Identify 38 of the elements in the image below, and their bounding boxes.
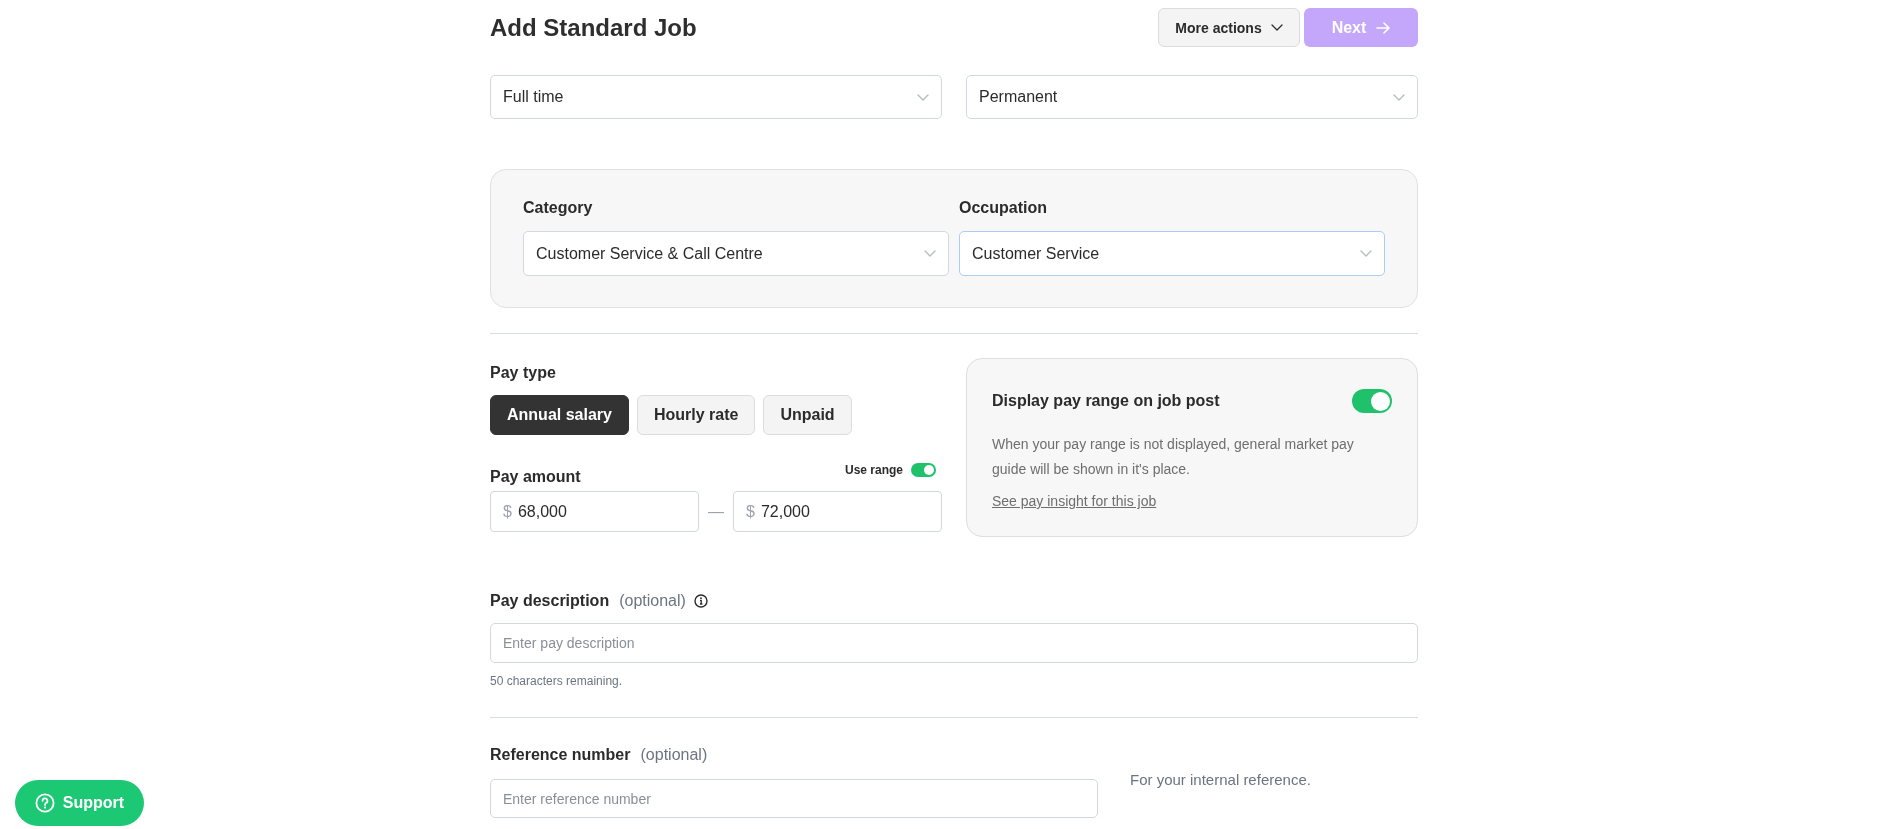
card-description: When your pay range is not displayed, general market pay guide will be shown in it's place. [992,435,1355,479]
arrow-right-icon [1376,21,1391,34]
field-label: Occupation [959,198,1047,218]
question-circle-icon [34,793,55,813]
field-label: Category [523,198,593,218]
page-title: Add Standard Job [490,12,697,43]
toggle-label: Use range [844,463,903,477]
pay-insight-link[interactable]: See pay insight for this job [992,491,1157,511]
chevron-down-icon [917,93,929,101]
chevron-down-icon [1270,24,1283,31]
toggle-switch[interactable] [1352,389,1392,413]
chevron-down-icon [1393,93,1405,101]
more-actions-button[interactable]: More actions [1158,8,1300,47]
field-label: Pay amount [490,467,581,487]
select-field[interactable]: Customer Service [959,231,1385,276]
amount-field[interactable]: $ 72,000 [733,491,942,532]
character-count: 50 characters remaining. [490,673,623,689]
info-icon [693,594,708,608]
field-label: Reference number [490,745,631,765]
card-title: Display pay range on job post [992,392,1220,410]
select-field[interactable]: Full time [490,75,942,119]
helper-text: For your internal reference. [1130,770,1311,790]
select-field[interactable]: Customer Service & Call Centre [523,231,949,276]
range-separator: — [708,502,724,521]
field-label: Pay type [490,363,557,383]
pay-type-option[interactable]: Hourly rate [636,395,756,435]
optional-hint: (optional) [619,592,686,610]
toggle-switch[interactable] [911,463,936,477]
optional-hint: (optional) [640,746,708,764]
select-field[interactable]: Permanent [966,75,1418,119]
pay-type-option[interactable]: Unpaid [763,395,852,435]
input-field[interactable]: Enter pay description [490,623,1418,663]
chevron-down-icon [1360,250,1372,257]
amount-field[interactable]: $ 68,000 [490,491,699,532]
pay-type-option[interactable]: Annual salary [490,395,629,435]
field-label: Pay description [490,591,610,611]
input-field[interactable]: Enter reference number [490,779,1098,818]
chevron-down-icon [924,250,936,257]
